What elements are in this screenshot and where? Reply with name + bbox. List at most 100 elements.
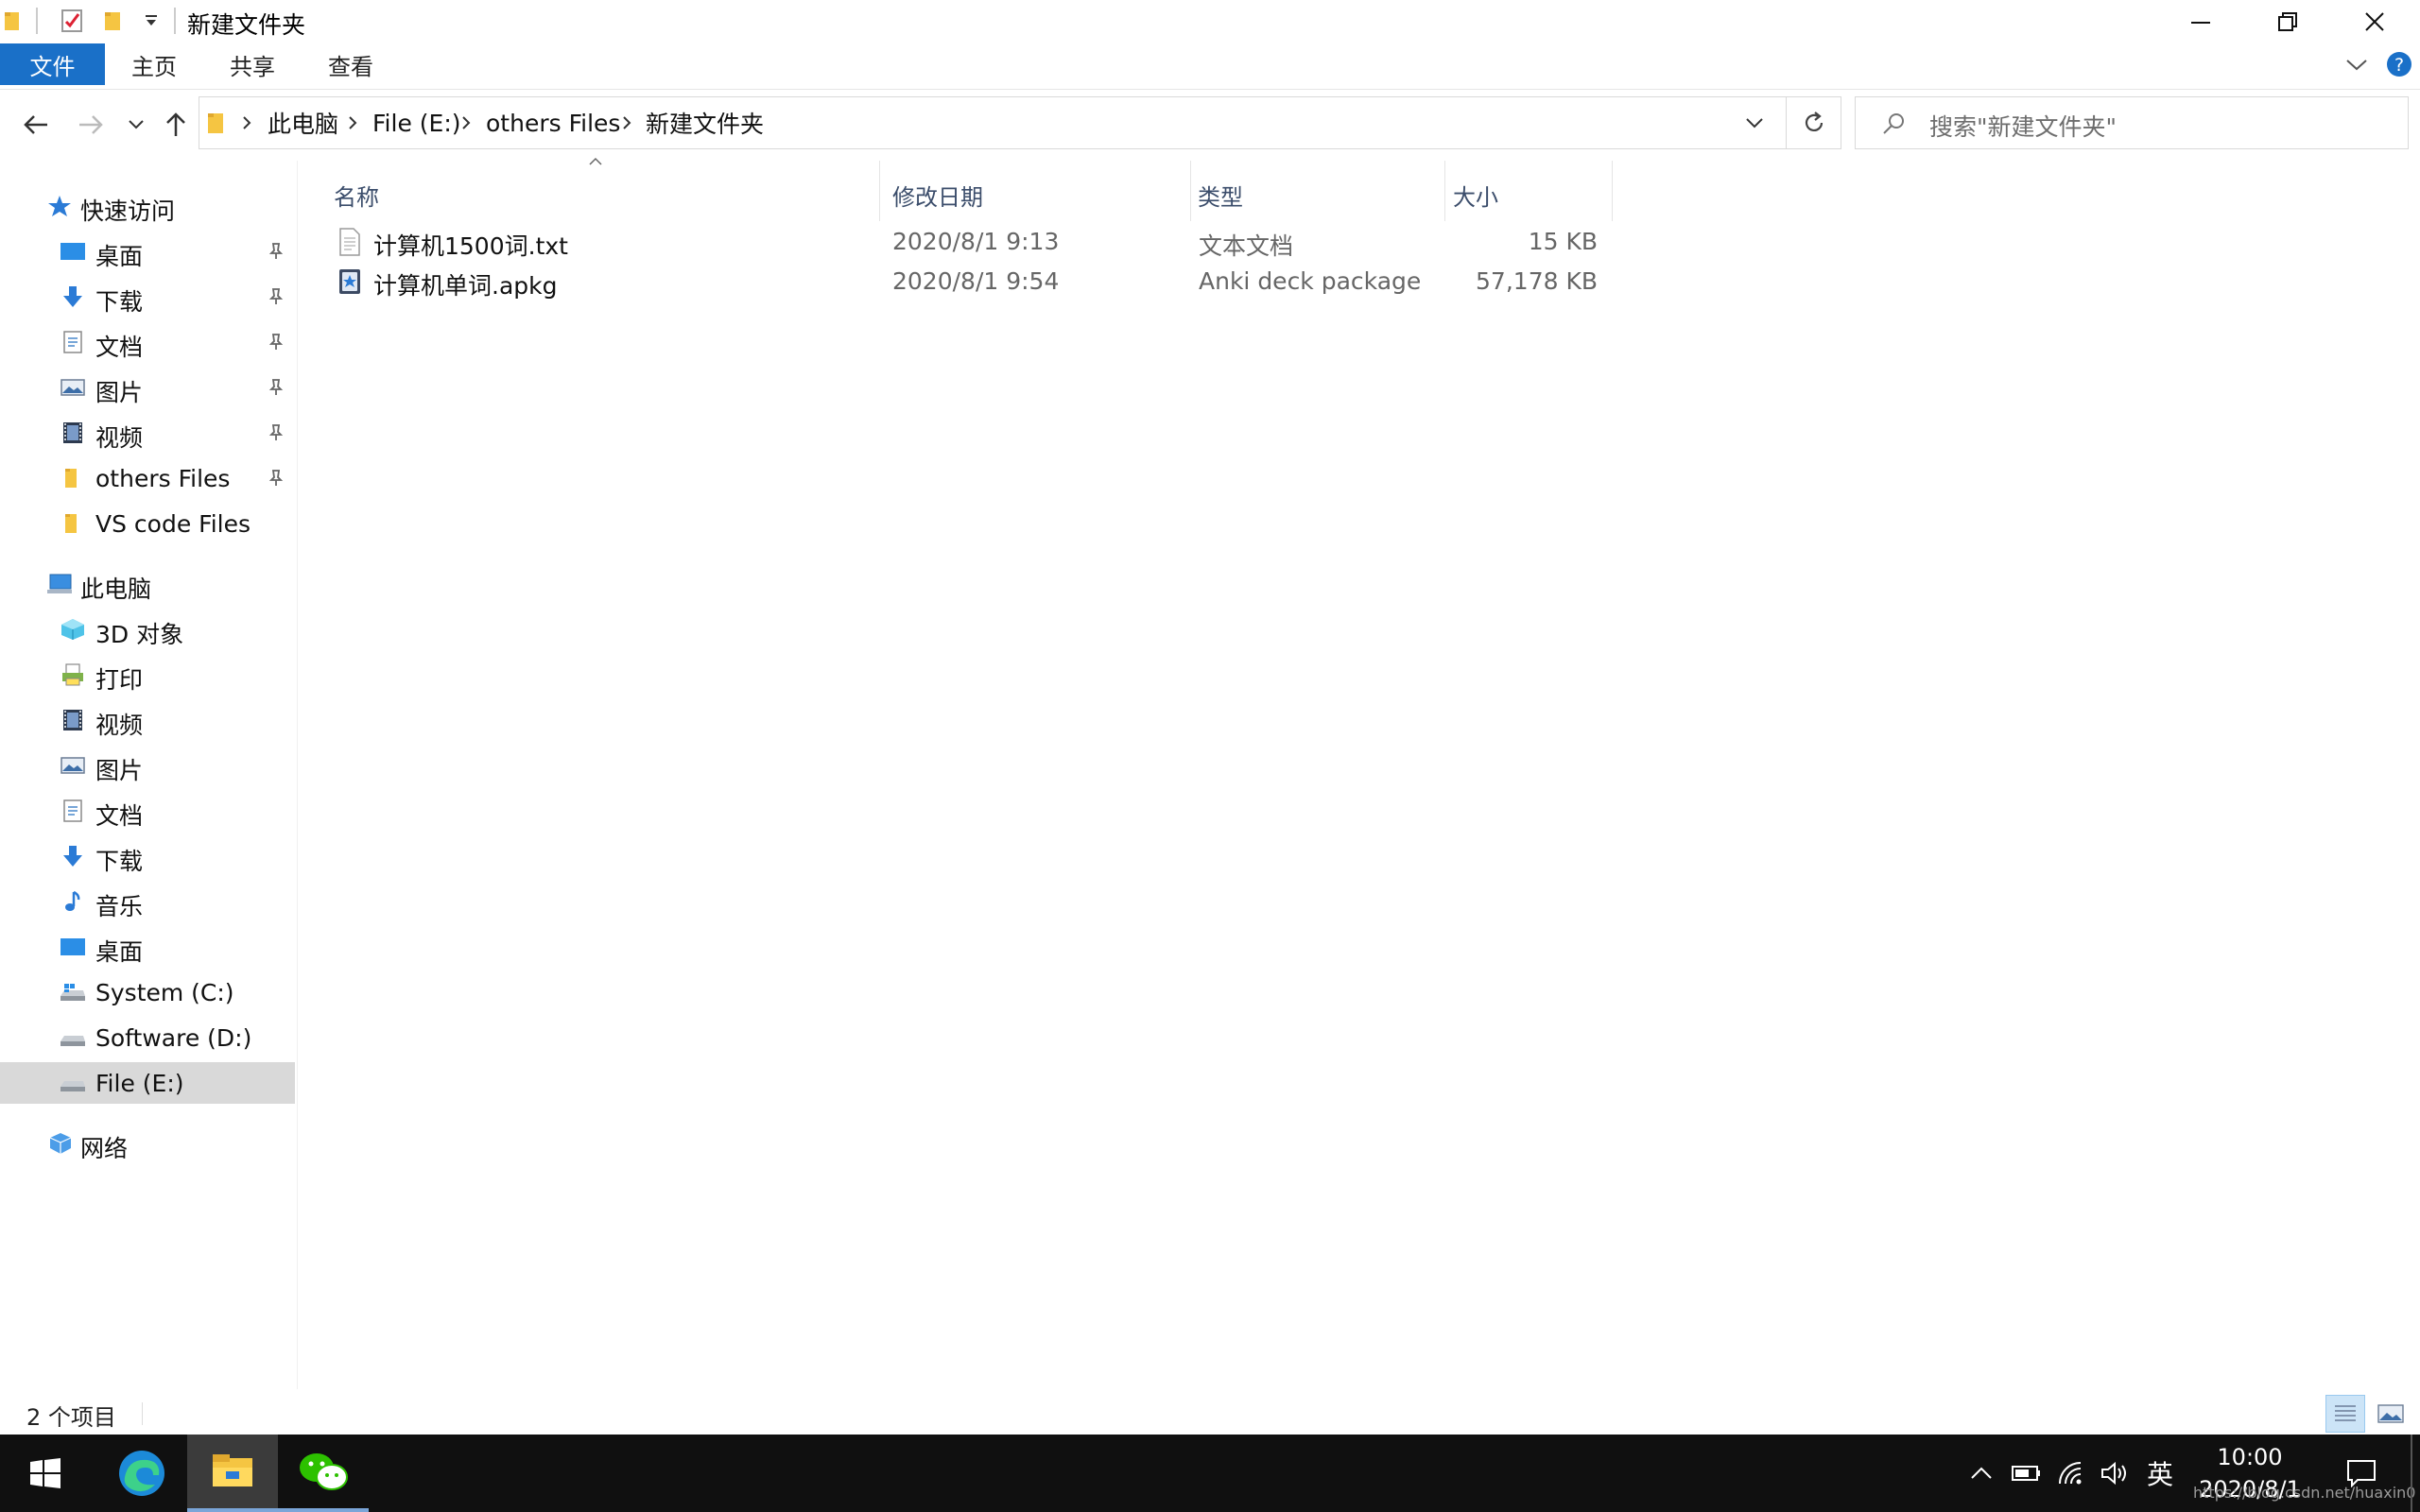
tab-view[interactable]: 查看 [312, 43, 389, 85]
taskbar-wechat[interactable] [278, 1435, 369, 1512]
large-icons-view-icon [2377, 1404, 2404, 1423]
nav-item-documents[interactable]: 文档 [0, 790, 295, 832]
nav-item-downloads[interactable]: 下载 [0, 276, 295, 318]
breadcrumb-separator-icon[interactable] [460, 97, 472, 148]
nav-item-system-c[interactable]: System (C:) [0, 971, 295, 1013]
pin-icon[interactable] [268, 378, 284, 397]
wifi-icon[interactable] [2055, 1435, 2089, 1512]
show-desktop-button[interactable] [2411, 1435, 2412, 1512]
nav-item-software-d[interactable]: Software (D:) [0, 1017, 295, 1058]
nav-item-documents[interactable]: 文档 [0, 321, 295, 363]
breadcrumb-this-pc[interactable]: 此电脑 [268, 97, 338, 148]
nav-item-pictures[interactable]: 图片 [0, 367, 295, 408]
column-header-size[interactable]: 大小 [1445, 164, 1612, 225]
back-button[interactable] [15, 104, 57, 146]
nav-item-downloads[interactable]: 下载 [0, 835, 295, 877]
refresh-button[interactable] [1787, 96, 1841, 149]
new-folder-icon[interactable] [104, 9, 123, 32]
battery-icon[interactable] [2010, 1435, 2044, 1512]
nav-label: Software (D:) [95, 1024, 252, 1052]
nav-item-print[interactable]: 打印 [0, 654, 295, 696]
file-name: 计算机单词.apkg [373, 272, 558, 300]
address-history-dropdown-icon[interactable] [1744, 114, 1765, 131]
customize-toolbar-dropdown-icon[interactable] [144, 13, 159, 28]
help-icon[interactable]: ? [2386, 51, 2412, 77]
folder-icon [207, 111, 226, 135]
tray-overflow-icon[interactable] [1966, 1435, 1996, 1512]
forward-button[interactable] [70, 104, 112, 146]
nav-item-desktop[interactable]: 桌面 [0, 926, 295, 968]
restore-icon [2278, 12, 2297, 31]
nav-item-3d-objects[interactable]: 3D 对象 [0, 609, 295, 650]
file-size: 57,178 KB [1476, 267, 1598, 295]
restore-button[interactable] [2244, 0, 2331, 43]
column-header-name[interactable]: 名称 [304, 164, 879, 225]
tab-file[interactable]: 文件 [0, 43, 105, 85]
nav-item-videos[interactable]: 视频 [0, 699, 295, 741]
action-center-icon[interactable] [2339, 1435, 2384, 1512]
large-icons-view-button[interactable] [2371, 1395, 2411, 1433]
nav-item-videos[interactable]: 视频 [0, 412, 295, 454]
close-button[interactable] [2331, 0, 2418, 43]
nav-item-pictures[interactable]: 图片 [0, 745, 295, 786]
search-input[interactable]: 搜索"新建文件夹" [1929, 109, 2117, 143]
nav-item-vs-code-files[interactable]: VS code Files [0, 503, 295, 544]
nav-label: 桌面 [95, 938, 144, 966]
minimize-button[interactable] [2157, 0, 2244, 43]
recent-locations-button[interactable] [117, 104, 155, 146]
breadcrumb-current-folder[interactable]: 新建文件夹 [646, 97, 764, 148]
pin-icon[interactable] [268, 287, 284, 306]
tab-share[interactable]: 共享 [214, 43, 291, 85]
nav-label: 视频 [95, 424, 144, 452]
column-divider[interactable] [1612, 161, 1613, 221]
properties-icon[interactable] [60, 9, 83, 33]
nav-label: 图片 [95, 379, 144, 406]
nav-label: File (E:) [95, 1070, 184, 1097]
breadcrumb-separator-icon[interactable] [241, 97, 252, 148]
file-row[interactable]: 计算机1500词.txt 2020/8/1 9:13 文本文档 15 KB [304, 222, 1628, 262]
nav-label: 此电脑 [80, 576, 152, 603]
file-type: 文本文档 [1199, 232, 1294, 260]
back-arrow-icon [24, 115, 47, 134]
file-type: Anki deck package [1199, 267, 1422, 295]
status-divider [142, 1402, 143, 1425]
close-icon [2365, 12, 2384, 31]
nav-quick-access[interactable]: 快速访问 [0, 185, 295, 227]
details-view-button[interactable] [2325, 1395, 2365, 1433]
title-bar: 新建文件夹 [0, 0, 2420, 43]
search-box[interactable]: 搜索"新建文件夹" [1855, 96, 2409, 149]
up-button[interactable] [155, 104, 197, 146]
column-header-date[interactable]: 修改日期 [880, 164, 1190, 225]
nav-item-file-e[interactable]: File (E:) [0, 1062, 295, 1104]
breadcrumb-drive-e[interactable]: File (E:) [372, 97, 461, 148]
ribbon-divider [0, 89, 2420, 90]
tab-home[interactable]: 主页 [115, 43, 193, 85]
address-bar[interactable]: 此电脑 File (E:) others Files 新建文件夹 [199, 96, 1787, 149]
breadcrumb-separator-icon[interactable] [347, 97, 358, 148]
pane-divider [297, 161, 298, 1389]
file-name: 计算机1500词.txt [373, 232, 568, 260]
nav-network[interactable]: 网络 [0, 1123, 295, 1164]
nav-item-desktop[interactable]: 桌面 [0, 231, 295, 272]
nav-label: System (C:) [95, 979, 234, 1006]
pin-icon[interactable] [268, 242, 284, 261]
expand-ribbon-icon[interactable] [2344, 53, 2369, 76]
nav-label: 视频 [95, 712, 144, 739]
column-header-type[interactable]: 类型 [1191, 164, 1444, 225]
nav-item-music[interactable]: 音乐 [0, 881, 295, 922]
breadcrumb-others-files[interactable]: others Files [486, 97, 620, 148]
pin-icon[interactable] [268, 333, 284, 352]
nav-item-others-files[interactable]: others Files [0, 457, 295, 499]
taskbar-file-explorer[interactable] [187, 1435, 278, 1512]
file-row[interactable]: 计算机单词.apkg 2020/8/1 9:54 Anki deck packa… [304, 262, 1628, 301]
pin-icon[interactable] [268, 469, 284, 488]
pin-icon[interactable] [268, 423, 284, 442]
volume-icon[interactable] [2099, 1435, 2133, 1512]
nav-this-pc[interactable]: 此电脑 [0, 563, 295, 605]
input-method-indicator[interactable]: 英 [2140, 1435, 2180, 1512]
breadcrumb-separator-icon[interactable] [621, 97, 632, 148]
text-file-icon [338, 228, 361, 256]
download-icon [63, 286, 82, 307]
start-button[interactable] [0, 1435, 91, 1512]
taskbar-edge[interactable] [96, 1435, 187, 1512]
